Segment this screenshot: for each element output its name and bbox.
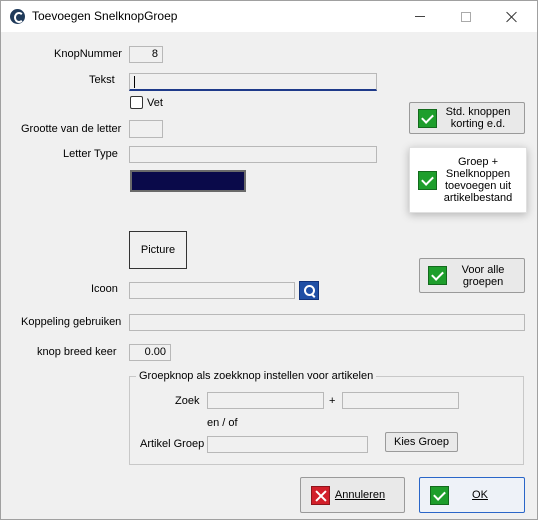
voor-alle-groepen-label: Voor alle groepen (461, 263, 505, 288)
font-color-swatch[interactable] (130, 170, 246, 192)
dialog-window: Toevoegen SnelknopGroep KnopNummer 8 Tek… (0, 0, 538, 520)
zoek-field-2[interactable] (342, 392, 459, 409)
tekst-label: Tekst (89, 74, 115, 86)
annuleren-label: Annuleren (334, 489, 386, 501)
picture-button[interactable]: Picture (129, 231, 187, 269)
search-icon[interactable] (299, 281, 319, 300)
artikelgroep-field[interactable] (207, 436, 368, 453)
knopnummer-label: KnopNummer (54, 48, 122, 60)
artikelgroep-label: Artikel Groep (140, 438, 205, 450)
knopnummer-field[interactable]: 8 (129, 46, 163, 63)
icoon-field[interactable] (129, 282, 295, 299)
breed-field[interactable]: 0.00 (129, 344, 171, 361)
groep-snelknoppen-label: Groep + Snelknoppen toevoegen uit artike… (443, 156, 513, 204)
check-icon (430, 485, 449, 505)
zoek-field-1[interactable] (207, 392, 324, 409)
minimize-icon (415, 16, 425, 17)
ok-label: OK (472, 489, 488, 501)
maximize-button[interactable] (443, 1, 489, 32)
voor-alle-groepen-button[interactable]: Voor alle groepen (419, 258, 525, 293)
grootte-field[interactable] (129, 120, 163, 138)
vet-checkbox[interactable] (130, 96, 143, 109)
koppeling-label: Koppeling gebruiken (21, 316, 122, 328)
groupbox-legend: Groepknop als zoekknop instellen voor ar… (136, 370, 377, 382)
lettertype-field[interactable] (129, 146, 377, 163)
kies-groep-button[interactable]: Kies Groep (385, 432, 458, 452)
koppeling-field[interactable] (129, 314, 525, 331)
cancel-icon (311, 485, 330, 505)
app-logo-icon (10, 9, 25, 24)
plus-label: + (329, 395, 336, 407)
window-title: Toevoegen SnelknopGroep (32, 9, 178, 23)
enof-label: en / of (207, 417, 238, 429)
close-button[interactable] (489, 1, 535, 32)
vet-label: Vet (147, 97, 163, 109)
ok-button[interactable]: OK (419, 477, 525, 513)
breed-label: knop breed keer (37, 346, 117, 358)
std-knoppen-button[interactable]: Std. knoppen korting e.d. (409, 102, 525, 134)
groep-snelknoppen-button[interactable]: Groep + Snelknoppen toevoegen uit artike… (409, 147, 527, 213)
icoon-label: Icoon (91, 283, 118, 295)
std-knoppen-label: Std. knoppen korting e.d. (445, 106, 511, 130)
text-caret (134, 76, 135, 88)
title-bar: Toevoegen SnelknopGroep (1, 1, 537, 32)
tekst-input[interactable] (129, 73, 377, 91)
grootte-label: Grootte van de letter (21, 123, 122, 135)
zoek-label: Zoek (175, 395, 200, 407)
minimize-button[interactable] (397, 1, 443, 32)
check-icon (418, 108, 437, 128)
check-icon (418, 170, 437, 190)
lettertype-label: Letter Type (63, 148, 118, 160)
maximize-icon (461, 11, 471, 22)
check-icon (428, 266, 447, 285)
close-icon (506, 11, 518, 23)
annuleren-button[interactable]: Annuleren (300, 477, 405, 513)
